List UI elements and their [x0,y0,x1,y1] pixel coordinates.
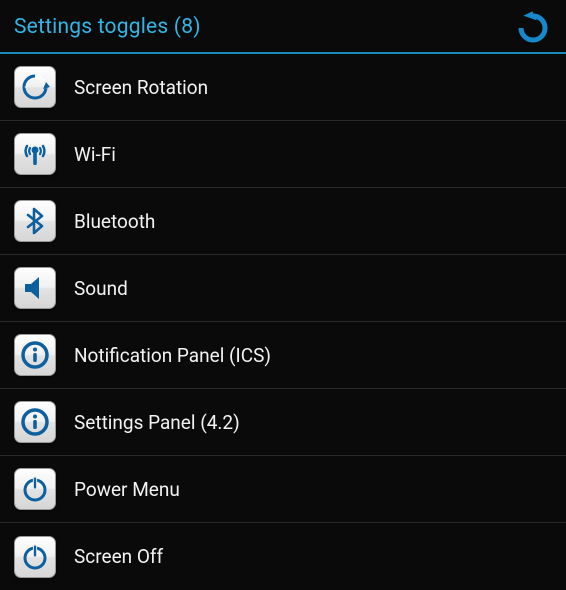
rotation-icon [14,66,56,108]
wifi-icon [14,133,56,175]
toggle-label: Notification Panel (ICS) [74,344,271,367]
toggle-list: Screen Rotation Wi-Fi Blu [0,54,566,590]
info-icon [14,401,56,443]
toggle-row-wifi[interactable]: Wi-Fi [0,121,566,188]
toggle-label: Power Menu [74,478,180,501]
toggle-row-screen-off[interactable]: Screen Off [0,523,566,590]
info-icon [14,334,56,376]
back-button[interactable] [512,8,556,46]
toggle-row-settings-panel[interactable]: Settings Panel (4.2) [0,389,566,456]
toggle-label: Screen Rotation [74,76,208,99]
toggle-row-power-menu[interactable]: Power Menu [0,456,566,523]
toggle-label: Wi-Fi [74,143,116,166]
toggle-label: Screen Off [74,545,163,568]
back-arrow-icon [515,10,553,44]
toggle-row-bluetooth[interactable]: Bluetooth [0,188,566,255]
header: Settings toggles (8) [0,0,566,54]
power-icon [14,468,56,510]
toggle-row-screen-rotation[interactable]: Screen Rotation [0,54,566,121]
page-title: Settings toggles (8) [14,15,201,39]
sound-icon [14,267,56,309]
toggle-label: Settings Panel (4.2) [74,411,240,434]
toggle-label: Sound [74,277,128,300]
settings-toggles-screen: Settings toggles (8) [0,0,566,585]
toggle-row-notification-panel[interactable]: Notification Panel (ICS) [0,322,566,389]
bluetooth-icon [14,200,56,242]
power-icon [14,536,56,578]
toggle-row-sound[interactable]: Sound [0,255,566,322]
toggle-label: Bluetooth [74,210,155,233]
